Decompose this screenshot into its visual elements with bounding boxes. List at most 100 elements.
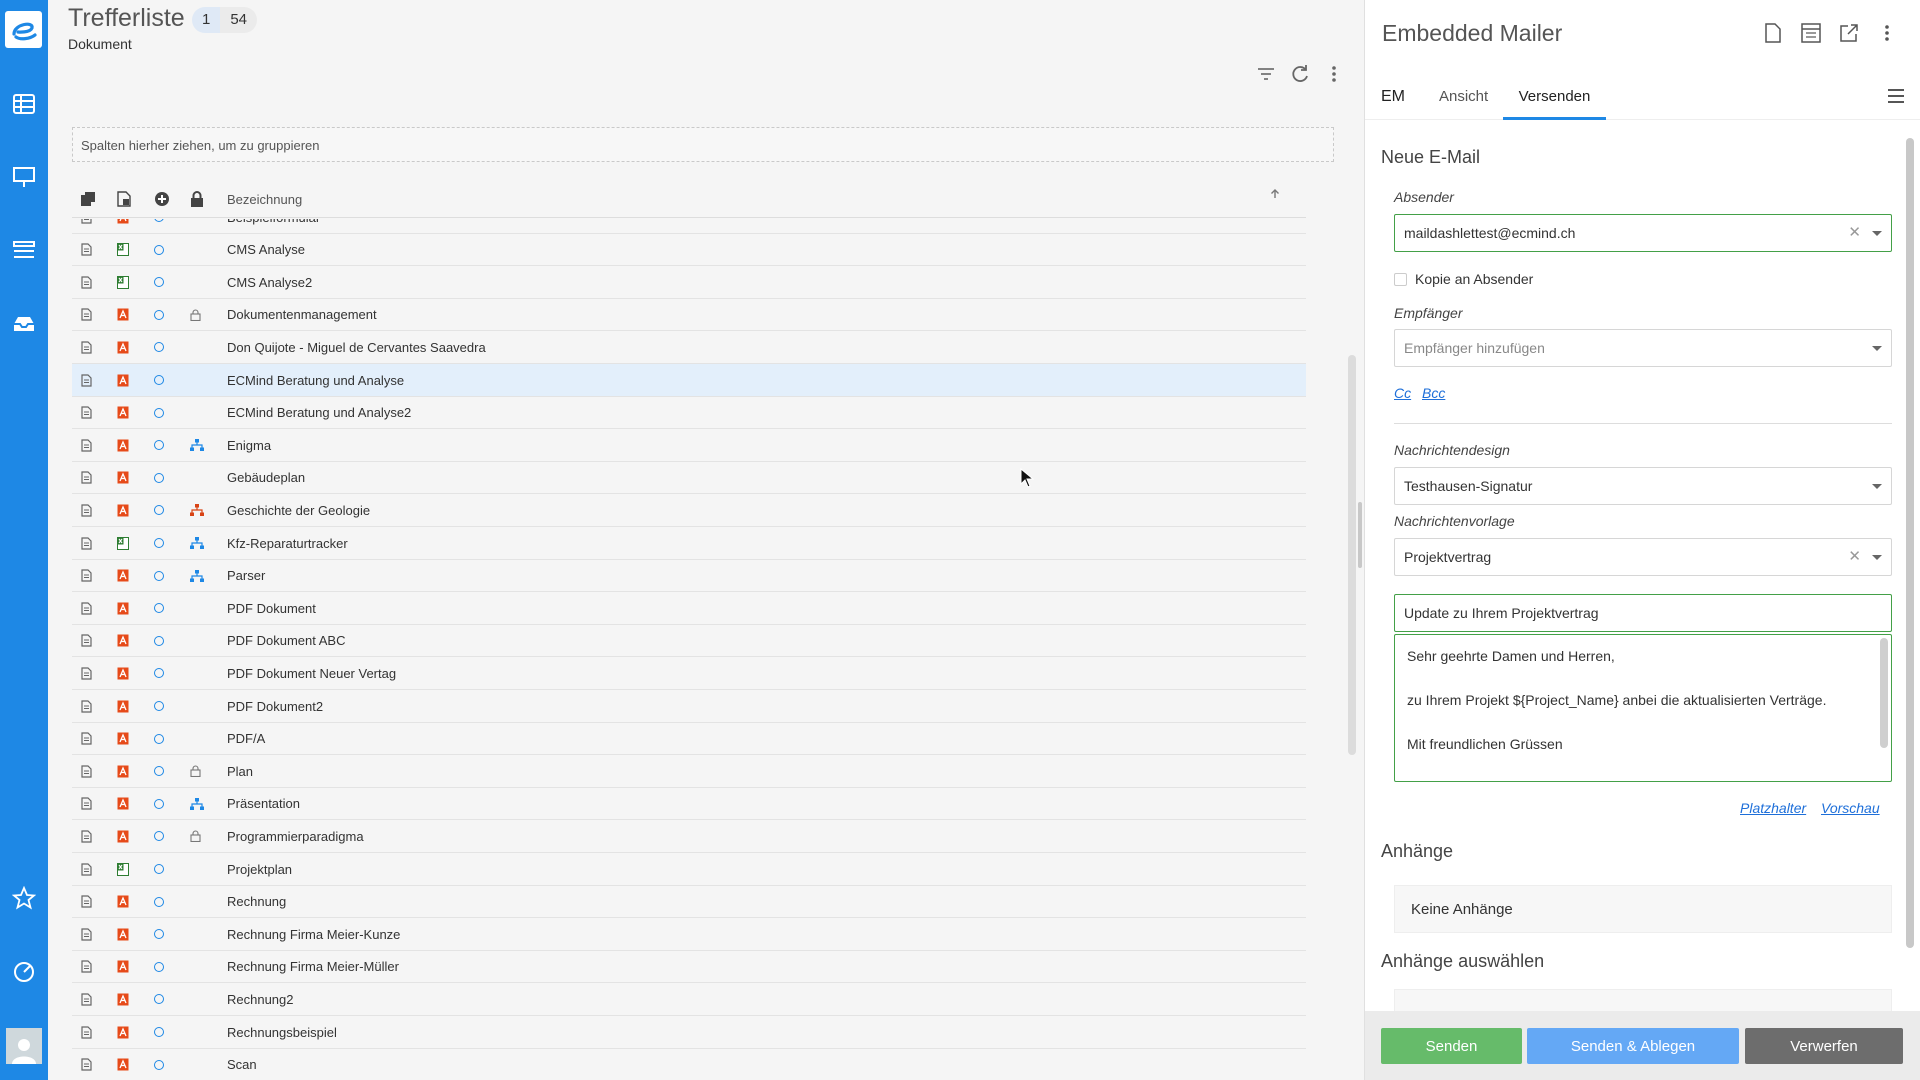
result-grid: Bezeichnung Beispielformular CMS Analyse C… [72, 180, 1356, 1080]
list-view-icon[interactable] [0, 82, 48, 126]
subject-input[interactable]: Update zu Ihrem Projektvertrag [1394, 594, 1892, 632]
template-select[interactable]: Projektvertrag ✕ [1394, 538, 1892, 576]
bcc-link[interactable]: Bcc [1422, 385, 1445, 401]
copy-to-sender-checkbox[interactable]: Kopie an Absender [1394, 271, 1533, 287]
mailer-scrollbar-thumb[interactable] [1906, 138, 1914, 948]
table-icon[interactable] [1800, 22, 1822, 44]
table-row[interactable]: Programmierparadigma [72, 820, 1306, 853]
refresh-icon[interactable] [1290, 64, 1310, 84]
table-row[interactable]: ECMind Beratung und Analyse2 [72, 397, 1306, 430]
copy-column-icon[interactable] [81, 190, 95, 208]
sort-ascending-icon[interactable] [1270, 185, 1280, 203]
section-attachments: Anhänge [1381, 841, 1454, 861]
table-row[interactable]: Geschichte der Geologie [72, 494, 1306, 527]
body-scrollbar[interactable] [1880, 638, 1888, 748]
table-row[interactable]: ECMind Beratung und Analyse [72, 364, 1306, 397]
recipient-dropdown-icon[interactable] [1872, 346, 1882, 351]
status-circle-icon [154, 820, 164, 852]
sender-dropdown-icon[interactable] [1872, 231, 1882, 236]
table-row[interactable]: Rechnung Firma Meier-Kunze [72, 918, 1306, 951]
document-column-icon[interactable] [117, 190, 131, 208]
pdf-icon [117, 331, 129, 363]
lock-icon [190, 755, 201, 787]
table-row[interactable]: Parser [72, 560, 1306, 593]
table-row[interactable]: Rechnung2 [72, 983, 1306, 1016]
table-row[interactable]: Rechnung Firma Meier-Müller [72, 951, 1306, 984]
open-external-icon[interactable] [1838, 22, 1860, 44]
row-name: Enigma [227, 437, 272, 453]
table-row[interactable]: PDF/A [72, 723, 1306, 756]
spreadsheet-icon [117, 527, 129, 559]
table-row[interactable]: Kfz-Reparaturtracker [72, 527, 1306, 560]
table-row[interactable]: Präsentation [72, 788, 1306, 821]
table-row[interactable]: PDF Dokument2 [72, 690, 1306, 723]
lock-column-icon[interactable] [190, 190, 204, 208]
clear-template-icon[interactable]: ✕ [1848, 547, 1861, 565]
filter-icon[interactable] [1256, 64, 1276, 84]
star-icon[interactable] [0, 876, 48, 920]
table-row[interactable]: Don Quijote - Miguel de Cervantes Saaved… [72, 331, 1306, 364]
document-icon [81, 918, 92, 950]
user-avatar[interactable] [6, 1028, 42, 1064]
preview-link[interactable]: Vorschau [1821, 800, 1880, 816]
design-dropdown-icon[interactable] [1872, 484, 1882, 489]
count-badge: 54 [220, 7, 258, 33]
panel-splitter[interactable] [1358, 502, 1362, 568]
grid-header: Bezeichnung [72, 180, 1306, 218]
tab-ansicht[interactable]: Ansicht [1439, 78, 1488, 120]
document-icon [81, 592, 92, 624]
table-row[interactable]: Projektplan [72, 853, 1306, 886]
menu-icon[interactable] [1887, 88, 1905, 109]
group-drop-zone[interactable]: Spalten hierher ziehen, um zu gruppieren [72, 127, 1334, 162]
message-body-editor[interactable]: Sehr geehrte Damen und Herren, zu Ihrem … [1394, 634, 1892, 782]
pdf-icon [117, 983, 129, 1015]
table-row[interactable]: Rechnungsbeispiel [72, 1016, 1306, 1049]
send-and-file-button[interactable]: Senden & Ablegen [1527, 1028, 1739, 1064]
new-document-icon[interactable] [1762, 22, 1784, 44]
table-row[interactable]: CMS Analyse2 [72, 266, 1306, 299]
status-circle-icon [154, 592, 164, 624]
table-row[interactable]: Rechnung [72, 886, 1306, 919]
send-button[interactable]: Senden [1381, 1028, 1522, 1064]
table-row[interactable]: Dokumentenmanagement [72, 299, 1306, 332]
design-select[interactable]: Testhausen-Signatur [1394, 467, 1892, 505]
table-row[interactable]: PDF Dokument Neuer Vertag [72, 657, 1306, 690]
grid-scrollbar-thumb[interactable] [1348, 355, 1356, 755]
left-rail [0, 0, 48, 1080]
tab-em[interactable]: EM [1381, 78, 1405, 120]
presentation-icon[interactable] [0, 155, 48, 199]
column-header-name[interactable]: Bezeichnung [227, 190, 302, 208]
add-circle-icon[interactable] [154, 190, 170, 208]
table-row[interactable]: PDF Dokument ABC [72, 625, 1306, 658]
tab-versenden[interactable]: Versenden [1503, 78, 1606, 120]
table-row[interactable]: Gebäudeplan [72, 462, 1306, 495]
placeholder-link[interactable]: Platzhalter [1740, 800, 1806, 816]
grid-scrollbar[interactable] [1348, 180, 1356, 1080]
table-row[interactable]: Enigma [72, 429, 1306, 462]
table-row[interactable]: PDF Dokument [72, 592, 1306, 625]
clear-sender-icon[interactable]: ✕ [1848, 223, 1861, 241]
app-logo[interactable] [5, 11, 42, 48]
recipient-field[interactable]: Empfänger hinzufügen [1394, 329, 1892, 367]
cc-link[interactable]: Cc [1394, 385, 1411, 401]
row-name: Parser [227, 568, 266, 584]
mailer-tabs: EM Ansicht Versenden [1365, 78, 1920, 120]
table-row[interactable]: Beispielformular [72, 219, 1306, 234]
sender-field[interactable]: maildashlettest@ecmind.ch ✕ [1394, 214, 1892, 252]
more-icon[interactable] [1324, 64, 1344, 84]
table-row[interactable]: CMS Analyse [72, 234, 1306, 267]
table-row[interactable]: Plan [72, 755, 1306, 788]
attachment-picker[interactable] [1394, 989, 1892, 1011]
table-row[interactable]: Scan [72, 1049, 1306, 1080]
template-dropdown-icon[interactable] [1872, 555, 1882, 560]
discard-button[interactable]: Verwerfen [1745, 1028, 1903, 1064]
checkbox-box[interactable] [1394, 272, 1407, 286]
design-value: Testhausen-Signatur [1404, 478, 1533, 494]
dashboard-icon[interactable] [0, 950, 48, 994]
mailer-scrollbar[interactable] [1906, 128, 1914, 958]
inbox-icon[interactable] [0, 302, 48, 346]
status-circle-icon [154, 886, 164, 918]
more-options-icon[interactable] [1876, 22, 1898, 44]
stack-icon[interactable] [0, 228, 48, 272]
status-circle-icon [154, 983, 164, 1015]
